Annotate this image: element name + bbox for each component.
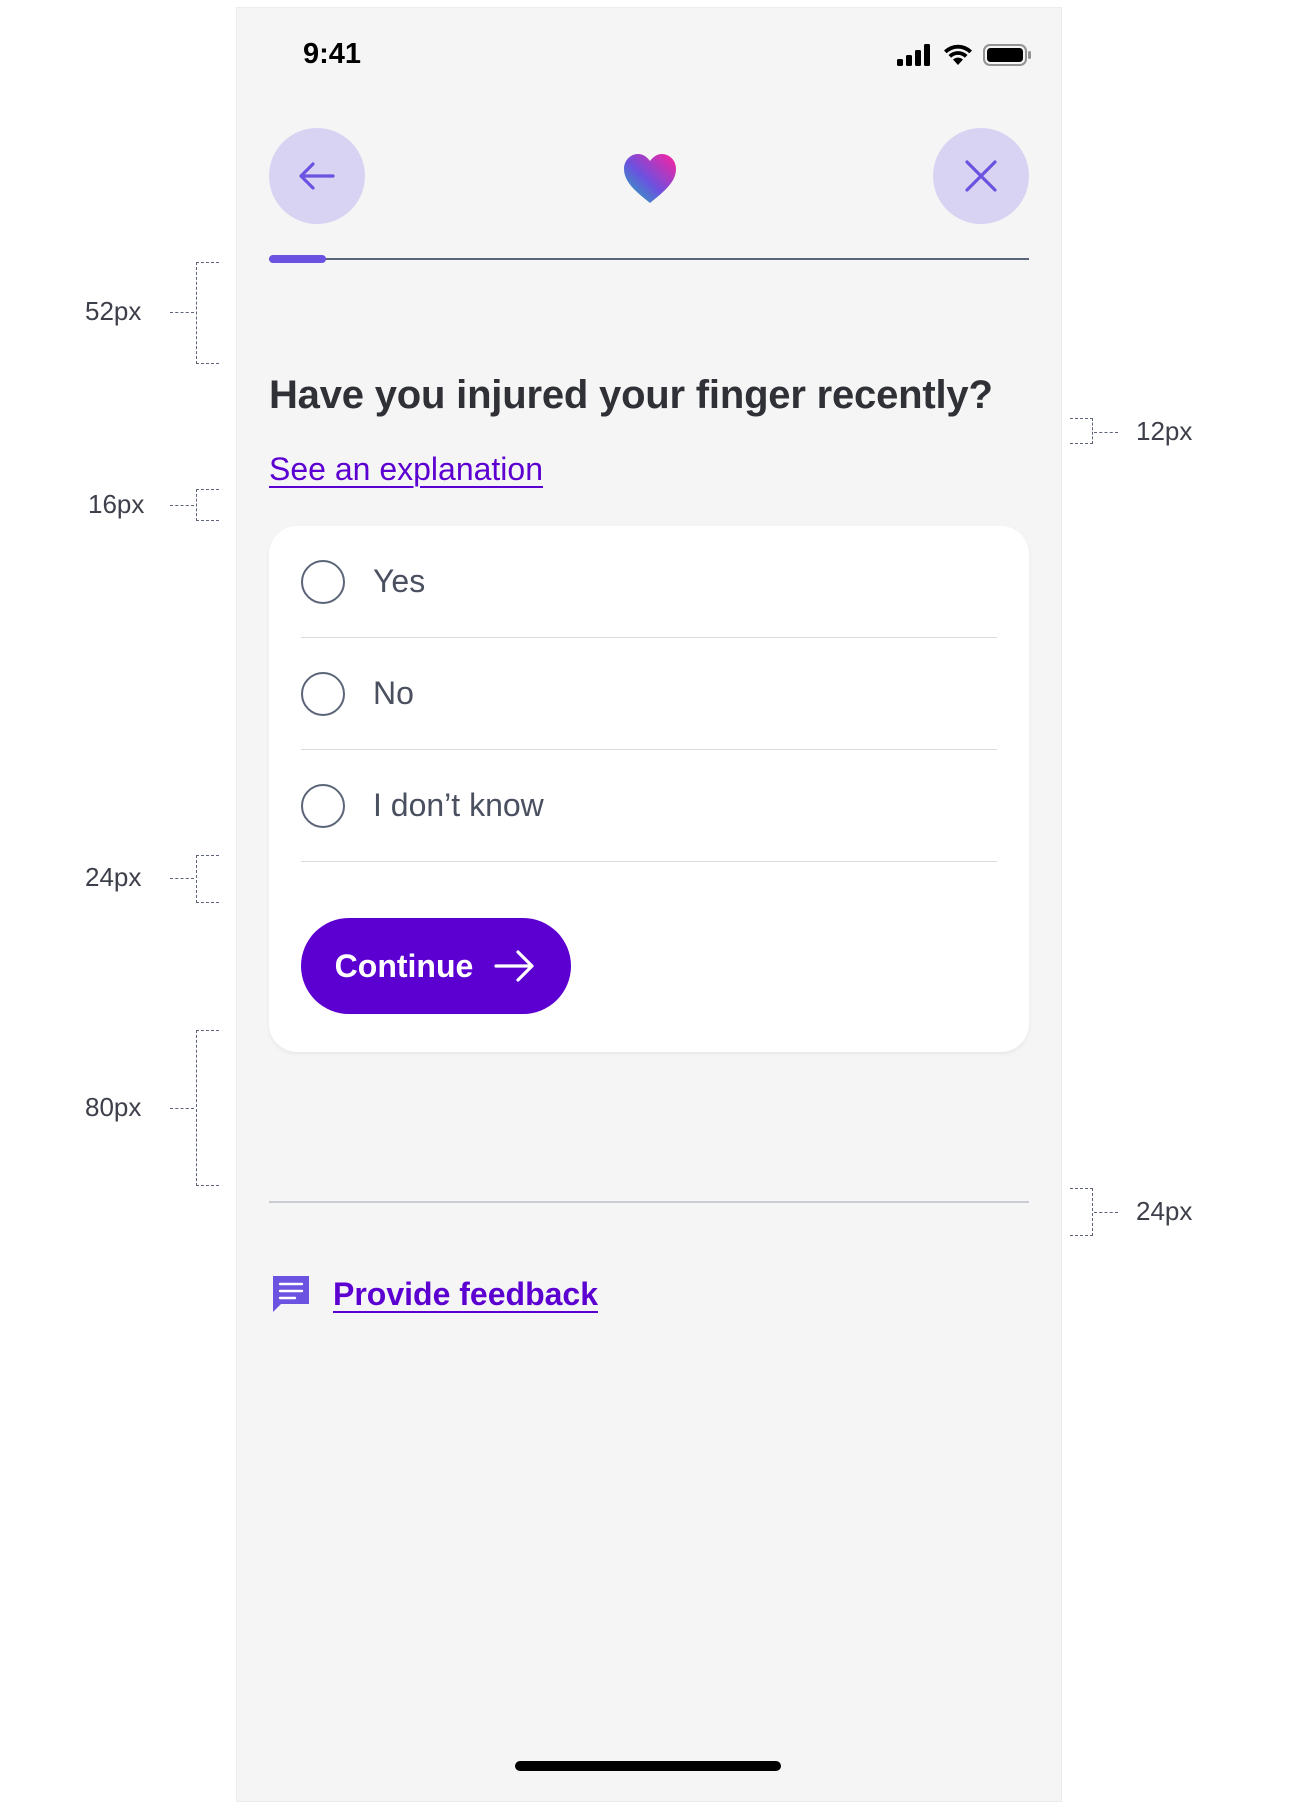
arrow-left-icon — [299, 162, 335, 190]
wifi-icon — [944, 44, 972, 65]
answer-card: Yes No I don’t know Continue — [269, 526, 1029, 1052]
close-button[interactable] — [933, 128, 1029, 224]
option-dont-know[interactable]: I don’t know — [301, 750, 997, 862]
question-title: Have you injured your finger recently? — [269, 373, 993, 417]
phone-screen: 9:41 Have you injured your finger recent… — [236, 7, 1062, 1802]
status-icons — [897, 44, 1031, 66]
option-label: I don’t know — [373, 787, 544, 823]
feedback-link[interactable]: Provide feedback — [269, 1272, 598, 1316]
battery-icon — [983, 44, 1031, 66]
progress-bar — [269, 255, 1029, 263]
annotation-label: 12px — [1136, 416, 1193, 446]
annotation-label: 24px — [85, 862, 142, 892]
option-yes[interactable]: Yes — [301, 526, 997, 638]
continue-label: Continue — [334, 947, 474, 984]
feedback-icon — [273, 1276, 309, 1312]
continue-button[interactable]: Continue — [301, 918, 571, 1014]
arrow-right-icon — [494, 950, 534, 982]
radio-button[interactable] — [301, 671, 345, 716]
feedback-label: Provide feedback — [333, 1275, 598, 1312]
option-label: No — [373, 675, 414, 711]
annotation-label: 24px — [1136, 1196, 1193, 1226]
back-button[interactable] — [269, 128, 365, 224]
annotation-label: 16px — [88, 489, 145, 519]
option-label: Yes — [373, 563, 426, 599]
status-time: 9:41 — [303, 38, 362, 70]
radio-button[interactable] — [301, 783, 345, 828]
signal-icon — [897, 44, 930, 66]
progress-fill — [269, 255, 326, 263]
radio-button[interactable] — [301, 559, 345, 604]
option-no[interactable]: No — [301, 638, 997, 750]
divider — [269, 1201, 1029, 1203]
annotation-label: 52px — [85, 296, 142, 326]
close-icon — [965, 160, 997, 192]
home-indicator — [515, 1761, 781, 1771]
annotation-label: 80px — [85, 1092, 142, 1122]
status-bar: 9:41 — [237, 8, 1061, 104]
heart-logo-icon — [624, 154, 676, 203]
explanation-link[interactable]: See an explanation — [269, 451, 543, 488]
